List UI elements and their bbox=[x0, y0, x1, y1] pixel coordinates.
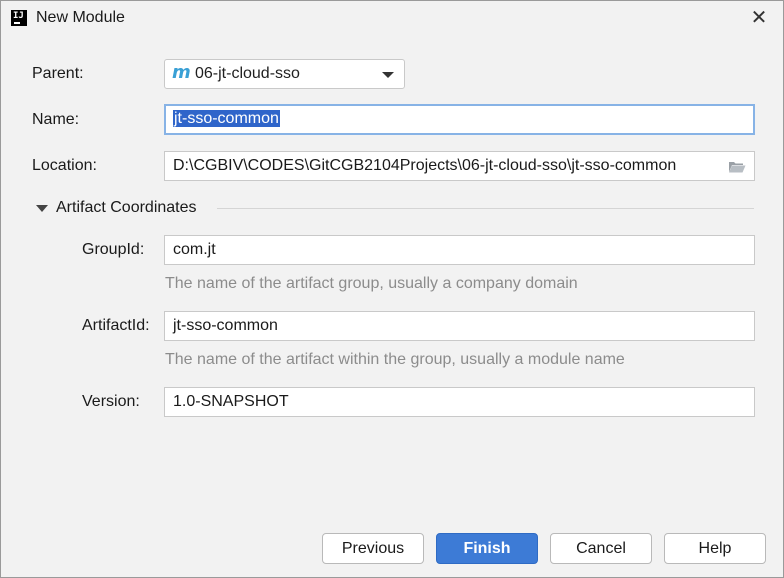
location-input[interactable]: D:\CGBIV\CODES\GitCGB2104Projects\06-jt-… bbox=[164, 151, 755, 181]
section-divider bbox=[217, 208, 754, 209]
version-label: Version: bbox=[82, 393, 140, 410]
new-module-dialog: IJ New Module ✕ Parent: m 06-jt-cloud-ss… bbox=[0, 0, 784, 578]
location-label: Location: bbox=[32, 157, 97, 174]
help-button[interactable]: Help bbox=[664, 533, 766, 564]
groupid-label: GroupId: bbox=[82, 241, 145, 258]
cancel-button[interactable]: Cancel bbox=[550, 533, 652, 564]
groupid-hint: The name of the artifact group, usually … bbox=[165, 275, 578, 292]
chevron-down-icon[interactable] bbox=[382, 72, 394, 78]
parent-select[interactable]: m 06-jt-cloud-sso bbox=[164, 59, 405, 89]
artifactid-label: ArtifactId: bbox=[82, 317, 150, 334]
artifact-section-title[interactable]: Artifact Coordinates bbox=[56, 199, 197, 217]
finish-button[interactable]: Finish bbox=[436, 533, 538, 564]
artifactid-input[interactable]: jt-sso-common bbox=[164, 311, 755, 341]
parent-label: Parent: bbox=[32, 65, 84, 82]
name-input[interactable]: jt-sso-common bbox=[164, 104, 755, 135]
name-input-selected-text: jt-sso-common bbox=[173, 110, 280, 127]
title-bar: IJ New Module ✕ bbox=[1, 1, 783, 37]
groupid-input[interactable]: com.jt bbox=[164, 235, 755, 265]
app-icon-text: IJ bbox=[13, 11, 24, 21]
artifactid-hint: The name of the artifact within the grou… bbox=[165, 351, 625, 368]
parent-selected-value: 06-jt-cloud-sso bbox=[195, 65, 300, 82]
folder-open-icon[interactable] bbox=[728, 160, 746, 173]
triangle-down-icon[interactable] bbox=[36, 205, 48, 212]
maven-module-icon: m bbox=[172, 62, 191, 83]
version-input[interactable]: 1.0-SNAPSHOT bbox=[164, 387, 755, 417]
close-icon[interactable]: ✕ bbox=[747, 5, 771, 29]
location-value: D:\CGBIV\CODES\GitCGB2104Projects\06-jt-… bbox=[173, 157, 677, 174]
name-label: Name: bbox=[32, 111, 80, 128]
window-title: New Module bbox=[36, 9, 125, 26]
previous-button[interactable]: Previous bbox=[322, 533, 424, 564]
intellij-icon: IJ bbox=[11, 10, 27, 26]
